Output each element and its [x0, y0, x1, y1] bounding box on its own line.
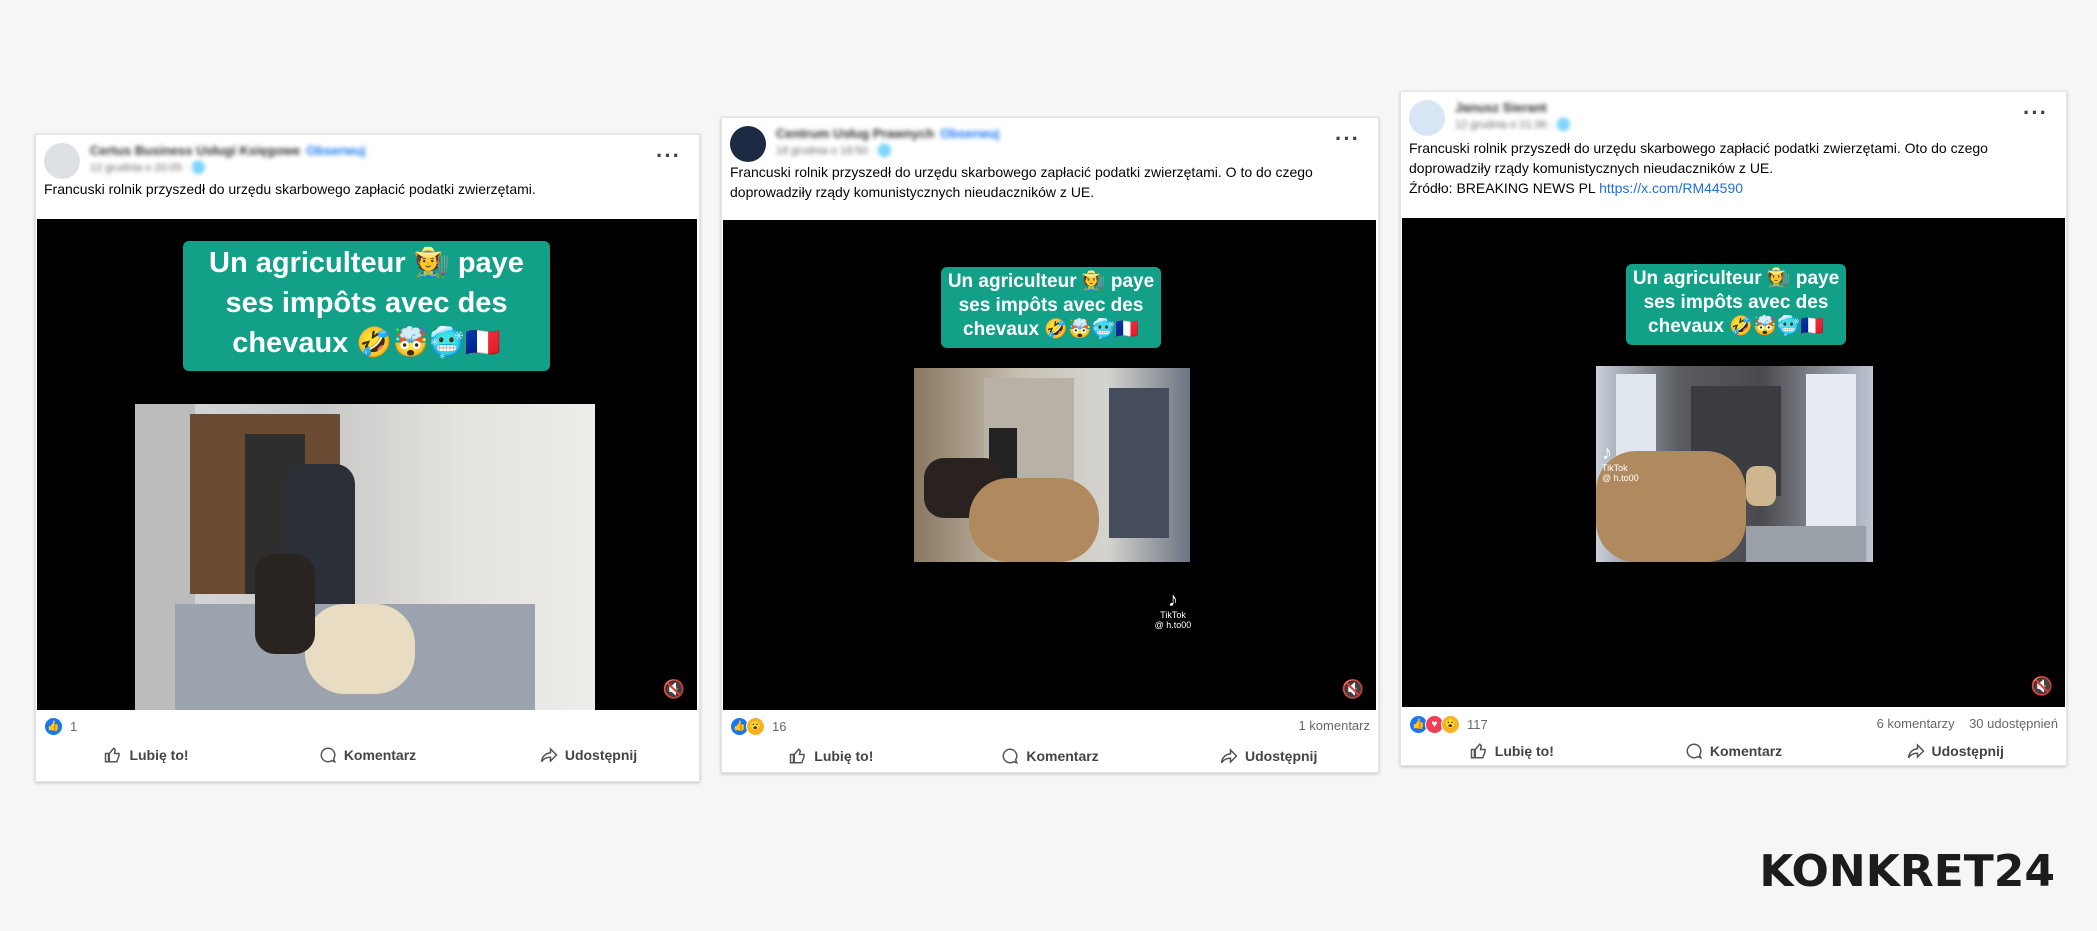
reaction-count: 16 [772, 719, 787, 734]
comment-icon [320, 747, 336, 764]
post-author[interactable]: Centrum Usług Prawnych Obserwuj [776, 126, 999, 141]
video-caption: Un agriculteur 🧑‍🌾 paye ses impôts avec … [941, 267, 1161, 348]
thumbs-up-icon [790, 748, 806, 764]
share-count[interactable]: 30 udostępnień [1969, 716, 2058, 731]
comment-icon [1002, 748, 1019, 765]
video-player[interactable]: Un agriculteur 🧑‍🌾 paye ses impôts avec … [723, 220, 1376, 710]
post-header: Certus Business Usługi Księgowe Obserwuj … [36, 135, 699, 183]
post-author[interactable]: Janusz Sierant [1455, 100, 1553, 115]
tiktok-icon: ♪ [1602, 442, 1612, 464]
reaction-bar: 👍 ♥ 😮 117 6 komentarzy 30 udostępnień [1401, 711, 2066, 737]
thumbs-up-icon [105, 747, 121, 763]
share-button[interactable]: Udostępnij [1844, 735, 2066, 767]
reaction-bar: 👍 1 [36, 713, 699, 739]
like-button[interactable]: Lubię to! [36, 739, 257, 771]
video-caption: Un agriculteur 🧑‍🌾 paye ses impôts avec … [183, 241, 550, 371]
facebook-post-2: Centrum Usług Prawnych Obserwuj 18 grudni… [721, 117, 1379, 773]
thumbs-up-icon [1470, 743, 1486, 759]
share-button[interactable]: Udostępnij [1159, 740, 1378, 772]
wow-reaction-icon: 😮 [1441, 715, 1460, 734]
post-text: Francuski rolnik przyszedł do urzędu ska… [1409, 140, 1988, 196]
reaction-count: 1 [70, 719, 78, 734]
comment-button[interactable]: Komentarz [1623, 735, 1845, 767]
post-header: Centrum Usług Prawnych Obserwuj 18 grudni… [722, 118, 1378, 166]
share-button[interactable]: Udostępnij [478, 739, 699, 771]
post-header: Janusz Sierant 12 grudnia o 21:36 · 🌐 ··… [1401, 92, 2066, 140]
share-icon [540, 747, 558, 763]
comment-count[interactable]: 1 komentarz [1298, 718, 1370, 733]
reactions[interactable]: 👍 😮 16 [730, 717, 786, 736]
comment-button[interactable]: Komentarz [257, 739, 478, 771]
post-actions: Lubię to! Komentarz Udostępnij [722, 740, 1378, 772]
reactions[interactable]: 👍 1 [44, 717, 77, 736]
comment-count[interactable]: 6 komentarzy [1877, 716, 1955, 731]
video-player[interactable]: Un agriculteur 🧑‍🌾 paye ses impôts avec … [1402, 218, 2065, 707]
source-link[interactable]: https://x.com/RM44590 [1599, 180, 1743, 196]
more-dots-icon[interactable]: ··· [656, 143, 681, 169]
facebook-post-3: Janusz Sierant 12 grudnia o 21:36 · 🌐 ··… [1400, 91, 2067, 766]
mute-icon[interactable]: 🔇 [663, 679, 685, 700]
post-author[interactable]: Certus Business Usługi Księgowe Obserwuj [90, 143, 365, 158]
comment-icon [1686, 743, 1702, 760]
more-dots-icon[interactable]: ··· [1335, 126, 1360, 152]
post-meta: 12 grudnia o 20:05 · 🌐 [90, 162, 206, 174]
post-meta: 12 grudnia o 21:36 · 🌐 [1455, 119, 1571, 131]
share-icon [1220, 748, 1238, 764]
like-button[interactable]: Lubię to! [1401, 735, 1623, 767]
mute-icon[interactable]: 🔇 [2031, 676, 2053, 697]
more-dots-icon[interactable]: ··· [2023, 100, 2048, 126]
avatar[interactable] [44, 143, 80, 179]
reaction-bar: 👍 😮 16 1 komentarz [722, 713, 1378, 739]
post-meta: 18 grudnia o 18:50 · 🌐 [776, 145, 892, 157]
video-frame [135, 404, 595, 710]
reactions[interactable]: 👍 ♥ 😮 117 [1409, 715, 1488, 734]
mute-icon[interactable]: 🔇 [1342, 679, 1364, 700]
video-frame [914, 368, 1190, 562]
post-text: Francuski rolnik przyszedł do urzędu ska… [730, 164, 1313, 200]
facebook-post-1: Certus Business Usługi Księgowe Obserwuj … [35, 134, 700, 782]
post-actions: Lubię to! Komentarz Udostępnij [1401, 735, 2066, 767]
tiktok-icon: ♪ [1168, 589, 1178, 611]
comment-button[interactable]: Komentarz [941, 740, 1160, 772]
like-button[interactable]: Lubię to! [722, 740, 941, 772]
konkret24-logo: KONKRET24 [1759, 846, 2055, 897]
tiktok-watermark: ♪ TikTok @ h.to00 [1602, 443, 1642, 483]
tiktok-watermark: ♪ TikTok @ h.to00 [1148, 590, 1198, 630]
avatar[interactable] [1409, 100, 1445, 136]
post-actions: Lubię to! Komentarz Udostępnij [36, 739, 699, 771]
avatar[interactable] [730, 126, 766, 162]
video-player[interactable]: Un agriculteur 🧑‍🌾 paye ses impôts avec … [37, 219, 697, 710]
video-caption: Un agriculteur 🧑‍🌾 paye ses impôts avec … [1626, 264, 1846, 345]
like-reaction-icon: 👍 [44, 717, 63, 736]
wow-reaction-icon: 😮 [746, 717, 765, 736]
comment-share-counts: 6 komentarzy 30 udostępnień [1877, 716, 2058, 731]
reaction-count: 117 [1467, 717, 1488, 732]
share-icon [1907, 743, 1925, 759]
